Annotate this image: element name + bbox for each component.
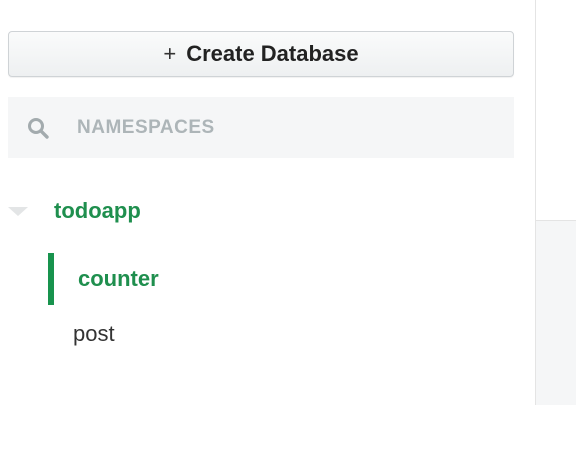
collection-name: post (73, 321, 115, 346)
search-input[interactable]: NAMESPACES (77, 117, 215, 139)
panel-divider (535, 0, 536, 220)
plus-icon: + (163, 41, 177, 66)
caret-down-icon[interactable] (8, 207, 28, 216)
database-item-todoapp[interactable]: todoapp (0, 192, 536, 230)
collection-name: counter (78, 266, 159, 291)
collection-item-counter[interactable]: counter (48, 253, 528, 305)
create-database-button[interactable]: + Create Database (8, 31, 514, 77)
main-panel-edge (535, 220, 576, 405)
sidebar: + Create Database NAMESPACES todoapp cou… (0, 0, 536, 405)
collection-item-post[interactable]: post (48, 308, 528, 358)
create-database-label: Create Database (186, 41, 359, 66)
active-indicator (48, 253, 54, 305)
search-icon (27, 117, 49, 139)
namespace-search-bar[interactable]: NAMESPACES (8, 97, 514, 158)
database-name: todoapp (54, 198, 141, 223)
